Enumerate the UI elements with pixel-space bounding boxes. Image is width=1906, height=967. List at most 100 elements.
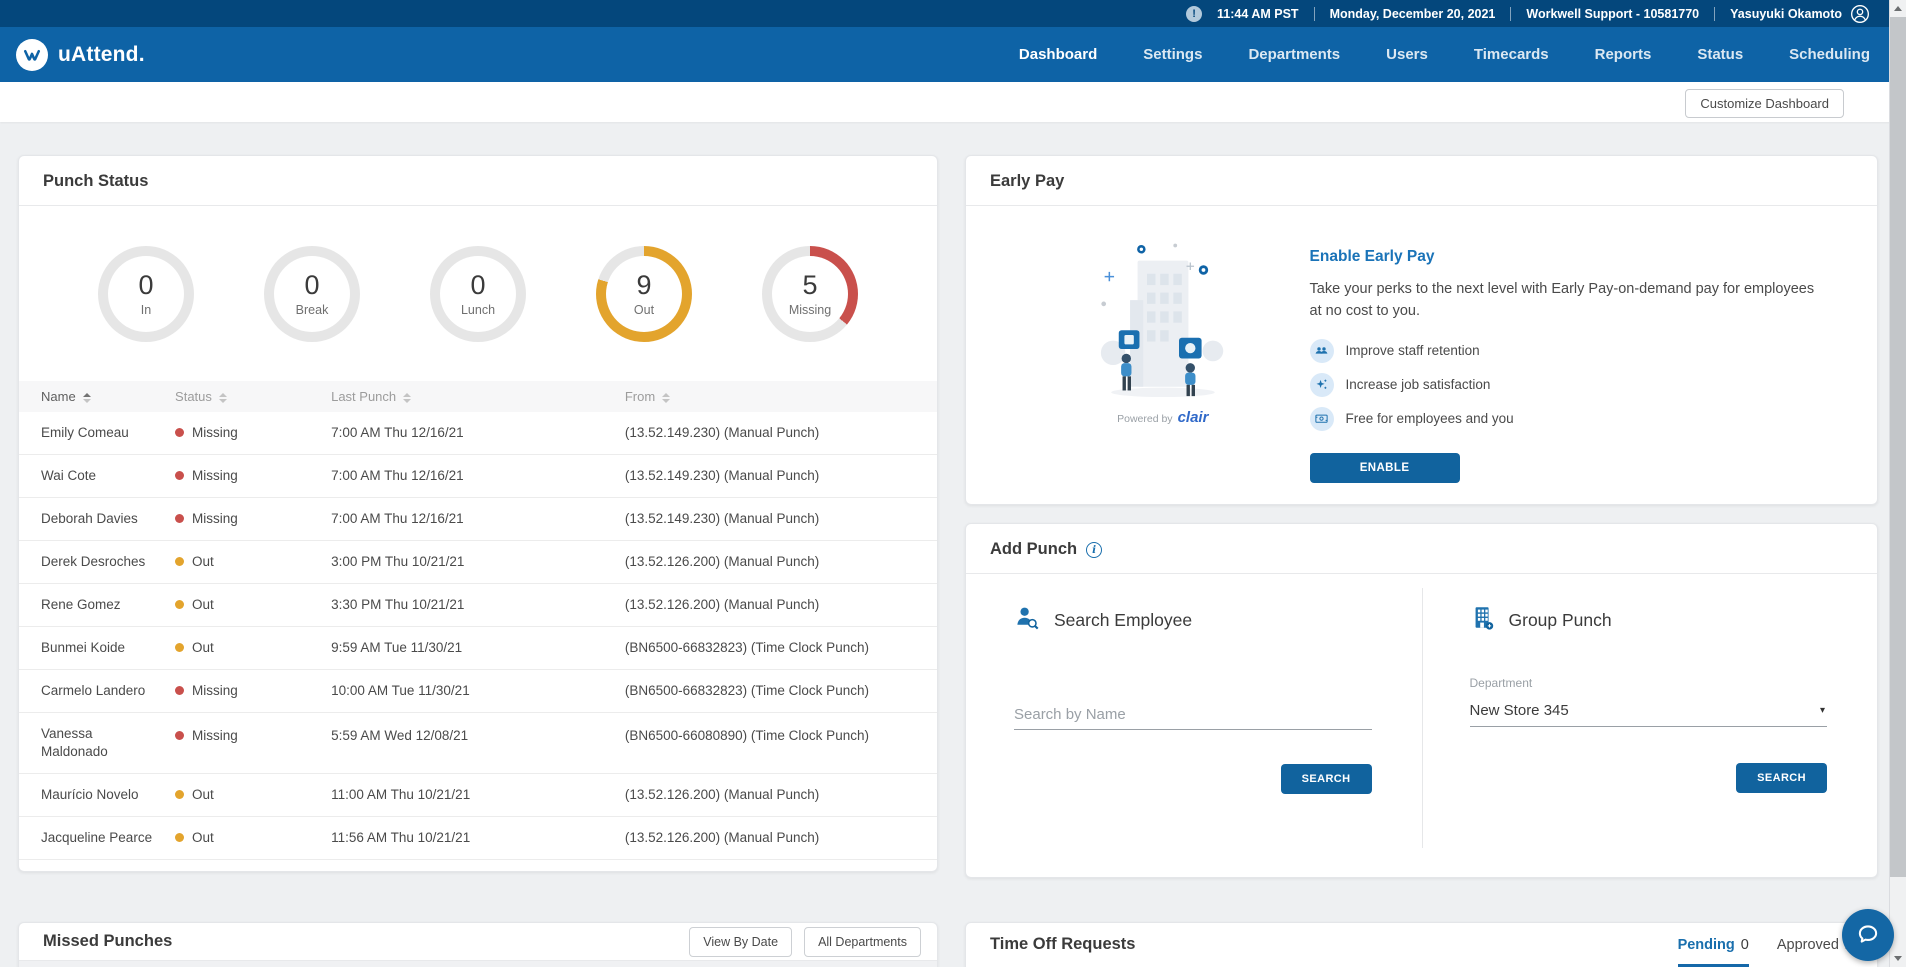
scroll-down-button[interactable] <box>1890 950 1906 967</box>
column-divider <box>1422 588 1423 848</box>
benefit-item: Free for employees and you <box>1310 407 1847 431</box>
benefit-label: Free for employees and you <box>1346 411 1514 426</box>
counter-missing-label: Missing <box>789 303 831 317</box>
table-row[interactable]: Maurício Novelo Out 11:00 AM Thu 10/21/2… <box>19 774 937 817</box>
counter-lunch: 0 Lunch <box>430 246 526 342</box>
vertical-scrollbar[interactable] <box>1889 0 1906 967</box>
info-icon[interactable]: i <box>1086 542 1102 558</box>
status-dot <box>175 428 184 437</box>
add-punch-card: Add Punch i Search Employee <box>965 523 1878 878</box>
early-pay-header: Early Pay <box>966 156 1877 206</box>
last-punch-cell: 7:00 AM Thu 12/16/21 <box>331 498 625 541</box>
counter-missing-value: 5 <box>802 270 817 301</box>
table-row[interactable]: Bunmei Koide Out 9:59 AM Tue 11/30/21 (B… <box>19 627 937 670</box>
current-date: Monday, December 20, 2021 <box>1330 7 1496 21</box>
punch-status-cell: Out <box>175 860 331 873</box>
user-menu[interactable]: Yasuyuki Okamoto <box>1730 4 1870 24</box>
from-cell: (13.52.126.200) (Manual Punch) <box>625 541 937 584</box>
early-pay-title: Early Pay <box>990 172 1064 191</box>
nav-item-timecards[interactable]: Timecards <box>1474 46 1549 63</box>
chat-button[interactable] <box>1842 909 1894 961</box>
missed-punches-title: Missed Punches <box>43 932 172 951</box>
counter-out: 9 Out <box>596 246 692 342</box>
nav-item-status[interactable]: Status <box>1697 46 1743 63</box>
status-dot <box>175 731 184 740</box>
counter-break-label: Break <box>296 303 329 317</box>
table-row[interactable]: Wai Cote Missing 7:00 AM Thu 12/16/21 (1… <box>19 455 937 498</box>
last-punch-cell: 12:46 PM Wed 10/20/21 <box>331 860 625 873</box>
status-dot <box>175 471 184 480</box>
customize-dashboard-button[interactable]: Customize Dashboard <box>1685 89 1844 118</box>
column-header-last-punch[interactable]: Last Punch <box>331 381 625 412</box>
sparkle-icon <box>1310 373 1334 397</box>
column-header-from[interactable]: From <box>625 381 937 412</box>
from-cell: (13.52.149.230) (Manual Punch) <box>625 455 937 498</box>
alert-icon[interactable]: ! <box>1186 6 1202 22</box>
punch-status-header: Punch Status <box>19 156 937 206</box>
nav-item-settings[interactable]: Settings <box>1143 46 1202 63</box>
table-row[interactable]: Rene Gomez Out 3:30 PM Thu 10/21/21 (13.… <box>19 584 937 627</box>
employee-name: Rene Gomez <box>19 584 175 627</box>
counter-in: 0 In <box>98 246 194 342</box>
table-row[interactable]: Emily Comeau Missing 7:00 AM Thu 12/16/2… <box>19 412 937 455</box>
pending-count: 0 <box>1741 937 1749 953</box>
table-row[interactable]: Carmelo Landero Missing 10:00 AM Tue 11/… <box>19 670 937 713</box>
employee-name: Derek Desroches <box>19 541 175 584</box>
punch-status-cell: Missing <box>175 498 331 541</box>
nav-item-reports[interactable]: Reports <box>1595 46 1652 63</box>
group-punch-search-button[interactable]: SEARCH <box>1736 763 1827 793</box>
person-search-icon <box>1014 604 1041 636</box>
table-row[interactable]: Deborah Davies Missing 7:00 AM Thu 12/16… <box>19 498 937 541</box>
counter-lunch-label: Lunch <box>461 303 495 317</box>
sort-icon <box>83 393 91 403</box>
status-dot <box>175 557 184 566</box>
early-pay-card: Early Pay <box>965 155 1878 505</box>
table-row[interactable]: Zamira Saldivar Out 12:46 PM Wed 10/20/2… <box>19 860 937 873</box>
last-punch-cell: 5:59 AM Wed 12/08/21 <box>331 713 625 774</box>
table-row[interactable]: Jacqueline Pearce Out 11:56 AM Thu 10/21… <box>19 817 937 860</box>
all-departments-button[interactable]: All Departments <box>804 927 921 957</box>
view-by-date-button[interactable]: View By Date <box>689 927 792 957</box>
last-punch-cell: 11:00 AM Thu 10/21/21 <box>331 774 625 817</box>
dashboard-page: ! 11:44 AM PST Monday, December 20, 2021… <box>0 0 1906 967</box>
counter-break: 0 Break <box>264 246 360 342</box>
punch-status-cell: Missing <box>175 713 331 774</box>
nav-item-scheduling[interactable]: Scheduling <box>1789 46 1870 63</box>
from-cell: (13.52.149.230) (Manual Punch) <box>625 498 937 541</box>
scrollbar-thumb[interactable] <box>1890 17 1906 877</box>
scroll-up-button[interactable] <box>1890 0 1906 17</box>
nav-item-users[interactable]: Users <box>1386 46 1428 63</box>
table-row[interactable]: Derek Desroches Out 3:00 PM Thu 10/21/21… <box>19 541 937 584</box>
column-header-name[interactable]: Name <box>19 381 175 412</box>
clock-time: 11:44 AM PST <box>1217 7 1299 21</box>
missed-punches-card: Missed Punches View By Date All Departme… <box>18 922 938 967</box>
from-cell: (13.52.126.200) (Manual Punch) <box>625 774 937 817</box>
nav-item-dashboard[interactable]: Dashboard <box>1019 46 1097 63</box>
tab-approved[interactable]: Approved2 <box>1777 937 1853 964</box>
status-dot <box>175 686 184 695</box>
last-punch-cell: 11:56 AM Thu 10/21/21 <box>331 817 625 860</box>
department-select[interactable]: New Store 345 ▾ <box>1470 694 1828 727</box>
search-employee-button[interactable]: SEARCH <box>1281 764 1372 794</box>
punch-status-cell: Out <box>175 541 331 584</box>
employee-name: Deborah Davies <box>19 498 175 541</box>
table-row[interactable]: Vanessa Maldonado Missing 5:59 AM Wed 12… <box>19 713 937 774</box>
brand-logo[interactable]: uAttend. <box>16 39 145 71</box>
powered-by: Powered byclair <box>1062 409 1264 426</box>
counter-out-value: 9 <box>636 270 651 301</box>
from-cell: (BN6500-66832823) (Time Clock Punch) <box>625 670 937 713</box>
chevron-down-icon: ▾ <box>1820 705 1825 716</box>
punch-status-cell: Missing <box>175 412 331 455</box>
clair-logo: clair <box>1178 409 1209 426</box>
from-cell: (BN6500-66832823) (Time Clock Punch) <box>625 627 937 670</box>
tab-pending[interactable]: Pending0 <box>1678 937 1749 967</box>
nav-item-departments[interactable]: Departments <box>1248 46 1340 63</box>
column-header-status[interactable]: Status <box>175 381 331 412</box>
search-employee-section: Search Employee SEARCH <box>966 574 1422 874</box>
table-header-row: Name Status Last Punch From <box>19 381 937 412</box>
enable-button[interactable]: ENABLE <box>1310 453 1460 483</box>
main-nav: uAttend. Dashboard Settings Departments … <box>0 27 1906 82</box>
punch-status-cell: Out <box>175 627 331 670</box>
enable-early-pay-heading[interactable]: Enable Early Pay <box>1310 248 1847 266</box>
search-employee-input[interactable] <box>1014 700 1372 730</box>
